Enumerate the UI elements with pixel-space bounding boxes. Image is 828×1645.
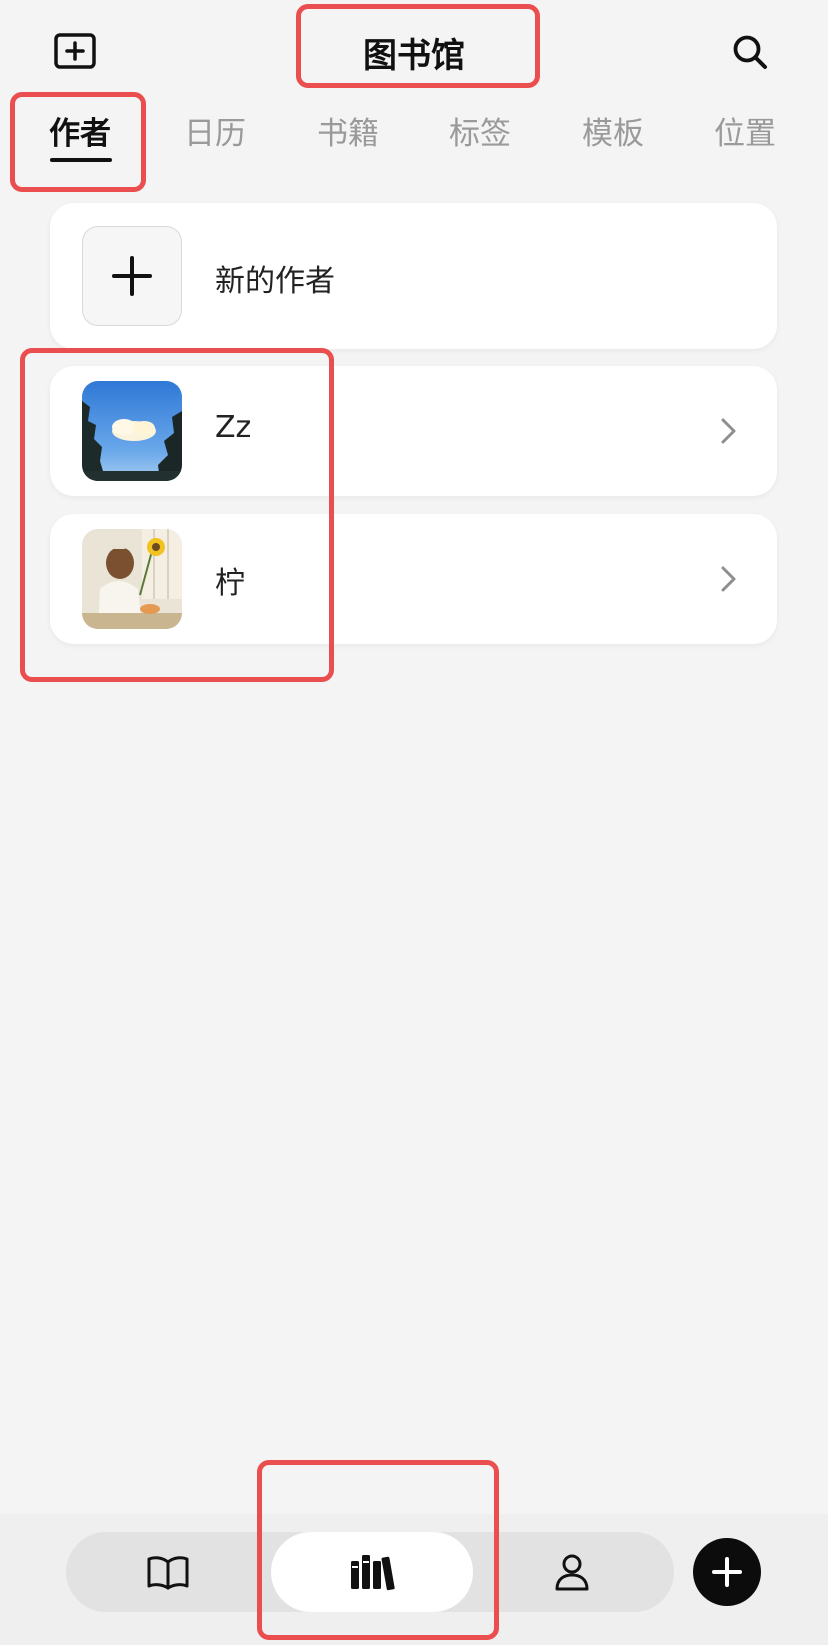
author-name: Zz: [215, 410, 252, 445]
tab-label: 模板: [582, 116, 644, 152]
sky-cloud-photo: [82, 381, 182, 481]
tab-bar: 作者 日历 书籍 标签 模板 位置: [0, 92, 828, 172]
new-author-card[interactable]: 新的作者: [50, 203, 777, 349]
floating-add-button[interactable]: [693, 1538, 761, 1606]
tab-label: 日历: [184, 116, 246, 152]
nav-journal[interactable]: [108, 1532, 228, 1612]
tab-tags[interactable]: 标签: [425, 92, 535, 172]
open-book-icon: [147, 1556, 189, 1590]
chevron-right-icon: [721, 418, 736, 444]
add-square-button[interactable]: [52, 30, 98, 72]
chevron-right-icon: [721, 566, 736, 592]
author-row[interactable]: 柠: [50, 514, 777, 644]
author-row[interactable]: Zz: [50, 366, 777, 496]
author-avatar: [82, 381, 182, 481]
plus-icon: [712, 1557, 742, 1587]
new-author-plus-tile: [82, 226, 182, 326]
tab-locations[interactable]: 位置: [690, 92, 800, 172]
tab-books[interactable]: 书籍: [293, 92, 403, 172]
page-title: 图书馆: [363, 35, 465, 76]
tab-label: 书籍: [317, 116, 379, 152]
author-avatar: [82, 529, 182, 629]
plus-icon: [112, 256, 152, 296]
add-square-icon: [54, 33, 96, 69]
search-button[interactable]: [728, 30, 772, 74]
active-tab-underline: [50, 158, 112, 162]
nav-profile[interactable]: [512, 1532, 632, 1612]
tab-label: 标签: [449, 116, 511, 152]
tab-templates[interactable]: 模板: [558, 92, 668, 172]
search-icon: [733, 35, 767, 69]
tab-label: 作者: [49, 116, 111, 152]
tab-label: 位置: [714, 116, 776, 152]
girl-sunflower-photo: [82, 529, 182, 629]
library-books-icon: [351, 1555, 395, 1591]
nav-library[interactable]: [271, 1532, 473, 1612]
tab-authors[interactable]: 作者: [25, 92, 135, 172]
new-author-label: 新的作者: [215, 264, 335, 299]
author-name: 柠: [215, 566, 245, 601]
person-icon: [555, 1554, 589, 1591]
tab-calendar[interactable]: 日历: [160, 92, 270, 172]
